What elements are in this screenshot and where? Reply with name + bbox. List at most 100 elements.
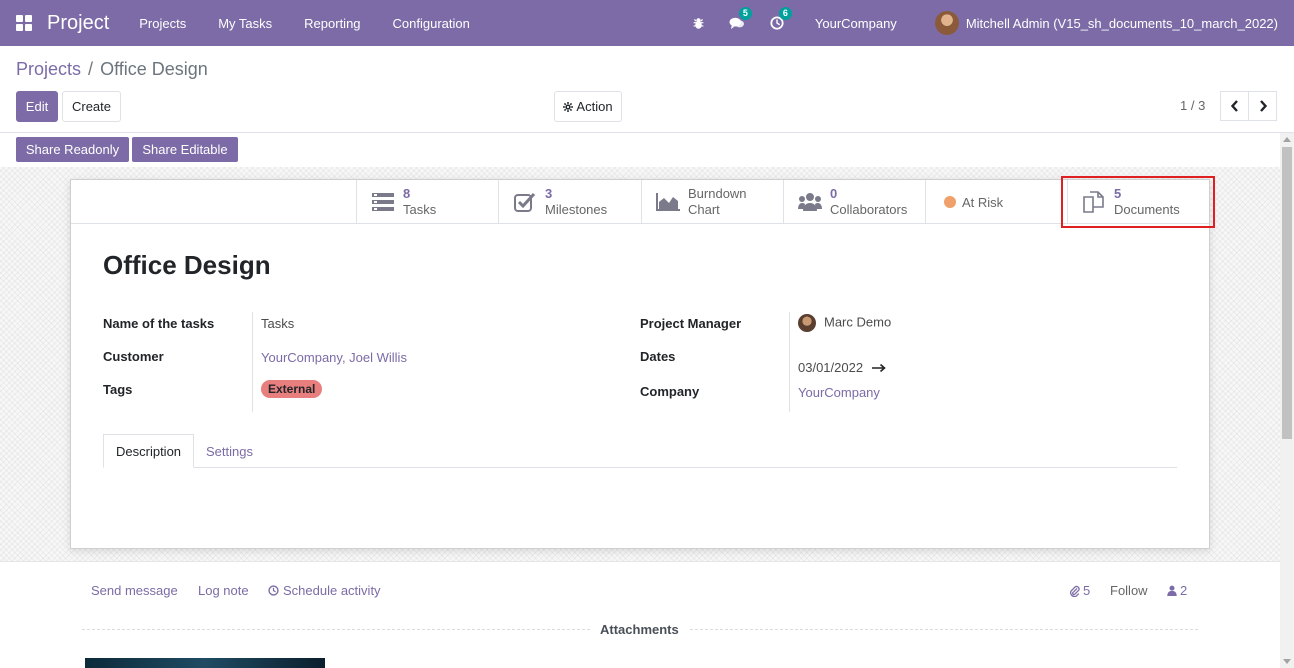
share-editable-button[interactable]: Share Editable (132, 137, 238, 162)
gear-icon (563, 101, 574, 112)
share-bar: Share Readonly Share Editable (0, 133, 1294, 167)
pager-value[interactable]: 1 / 3 (1180, 98, 1205, 113)
scrollbar-thumb[interactable] (1282, 147, 1292, 439)
dates-field[interactable]: 03/01/2022 (798, 360, 886, 375)
left-group-separator (252, 312, 253, 412)
bug-icon[interactable] (691, 15, 707, 31)
documents-count: 5 (1114, 186, 1122, 201)
documents-label: Documents (1114, 202, 1180, 217)
app-title[interactable]: Project (47, 12, 109, 35)
create-button[interactable]: Create (62, 91, 121, 122)
action-label: Action (576, 99, 613, 114)
chevron-right-icon (1259, 100, 1267, 112)
attachments-button[interactable]: 5 (1069, 583, 1090, 598)
tags-label: Tags (103, 382, 133, 397)
area-chart-icon (656, 190, 680, 214)
edit-button[interactable]: Edit (16, 91, 58, 122)
collaborators-smart-button[interactable]: 0 Collaborators (783, 180, 926, 224)
menu-item-reporting[interactable]: Reporting (288, 16, 376, 31)
pager-next-button[interactable] (1248, 91, 1277, 121)
tasks-label: Tasks (403, 202, 437, 217)
project-manager-field[interactable]: Marc Demo (798, 314, 891, 332)
menu-item-projects[interactable]: Projects (123, 16, 202, 31)
company-field[interactable]: YourCompany (798, 385, 880, 400)
smart-button-box: 8 Tasks 3 Milestones Burndown Chart 0 Collab… (71, 176, 1215, 228)
tag-badge-external[interactable]: External (261, 380, 323, 398)
documents-smart-button[interactable]: 5 Documents (1067, 180, 1210, 224)
project-manager-label: Project Manager (640, 316, 742, 331)
users-icon (798, 190, 822, 214)
breadcrumb-separator: / (88, 59, 94, 79)
apps-menu-icon[interactable] (16, 15, 32, 31)
task-name-label: Name of the tasks (103, 316, 215, 331)
scroll-down-arrow-icon[interactable] (1283, 659, 1291, 664)
attachments-heading: Attachments (600, 622, 679, 637)
tasks-count: 8 (403, 186, 411, 201)
user-avatar (934, 11, 959, 35)
dates-label: Dates (640, 349, 676, 364)
top-navbar: Project Projects My Tasks Reporting Conf… (0, 0, 1294, 46)
clock-icon (268, 585, 279, 596)
scroll-up-arrow-icon[interactable] (1283, 137, 1291, 142)
status-label: At Risk (962, 194, 1004, 210)
form-view: 8 Tasks 3 Milestones Burndown Chart 0 Collab… (0, 167, 1280, 562)
breadcrumb-current: Office Design (100, 59, 208, 79)
tasks-smart-button[interactable]: 8 Tasks (356, 180, 499, 224)
follow-button[interactable]: Follow (1110, 583, 1148, 598)
right-group-separator (789, 312, 790, 412)
customer-field[interactable]: YourCompany, Joel Willis (261, 350, 407, 365)
paperclip-icon (1070, 585, 1080, 597)
tasks-list-icon (371, 190, 395, 214)
notebook-tabs: Description Settings (103, 434, 1177, 468)
company-switcher[interactable]: YourCompany (815, 16, 897, 31)
pager-previous-button[interactable] (1220, 91, 1249, 121)
chatter: Send message Log note Schedule activity … (0, 562, 1280, 668)
share-readonly-button[interactable]: Share Readonly (16, 137, 129, 162)
main-menu: Projects My Tasks Reporting Configuratio… (123, 16, 486, 31)
user-menu[interactable]: Mitchell Admin (V15_sh_documents_10_marc… (934, 11, 1278, 35)
systray: 5 6 YourCompany Mitchell Admin (V15_sh_d… (691, 0, 1294, 46)
menu-item-configuration[interactable]: Configuration (377, 16, 486, 31)
documents-copy-icon (1082, 190, 1106, 214)
burndown-chart-smart-button[interactable]: Burndown Chart (641, 180, 784, 224)
milestones-smart-button[interactable]: 3 Milestones (498, 180, 641, 224)
schedule-activity-label: Schedule activity (283, 583, 381, 598)
chevron-left-icon (1230, 100, 1238, 112)
tab-description[interactable]: Description (103, 434, 195, 468)
manager-avatar (798, 314, 816, 332)
form-sheet: 8 Tasks 3 Milestones Burndown Chart 0 Collab… (70, 176, 1215, 549)
user-name: Mitchell Admin (V15_sh_documents_10_marc… (965, 15, 1278, 31)
user-icon (1167, 585, 1177, 596)
collaborators-count: 0 (830, 186, 838, 201)
start-date: 03/01/2022 (798, 360, 864, 375)
manager-name: Marc Demo (824, 314, 892, 330)
log-note-button[interactable]: Log note (198, 583, 249, 598)
milestones-label: Milestones (545, 202, 608, 217)
breadcrumb-projects[interactable]: Projects (16, 59, 81, 79)
attachments-divider-left (82, 629, 590, 630)
burndown-label-line1: Burndown (688, 186, 747, 201)
customer-label: Customer (103, 349, 164, 364)
status-smart-button[interactable]: At Risk (925, 180, 1068, 224)
page-scrollbar[interactable] (1280, 133, 1294, 668)
send-message-button[interactable]: Send message (91, 583, 178, 598)
messages-count-badge: 5 (738, 7, 752, 20)
status-dot-icon (944, 196, 956, 208)
project-title: Office Design (103, 250, 271, 280)
attachments-count: 5 (1083, 583, 1091, 598)
followers-button[interactable]: 2 (1167, 583, 1187, 598)
milestones-count: 3 (545, 186, 553, 201)
followers-count: 2 (1180, 583, 1188, 598)
activities-clock-icon[interactable]: 6 (769, 7, 792, 31)
attachments-divider-right (690, 629, 1198, 630)
task-name-field[interactable]: Tasks (261, 316, 294, 331)
burndown-label-line2: Chart (688, 202, 720, 217)
action-button[interactable]: Action (554, 91, 622, 122)
schedule-activity-button[interactable]: Schedule activity (268, 583, 381, 598)
breadcrumb: Projects / Office Design (16, 59, 208, 80)
attachment-thumbnail[interactable] (85, 658, 325, 668)
tab-settings[interactable]: Settings (194, 434, 265, 468)
menu-item-my-tasks[interactable]: My Tasks (202, 16, 288, 31)
arrow-right-icon (872, 363, 886, 372)
messages-icon[interactable]: 5 (729, 7, 752, 31)
